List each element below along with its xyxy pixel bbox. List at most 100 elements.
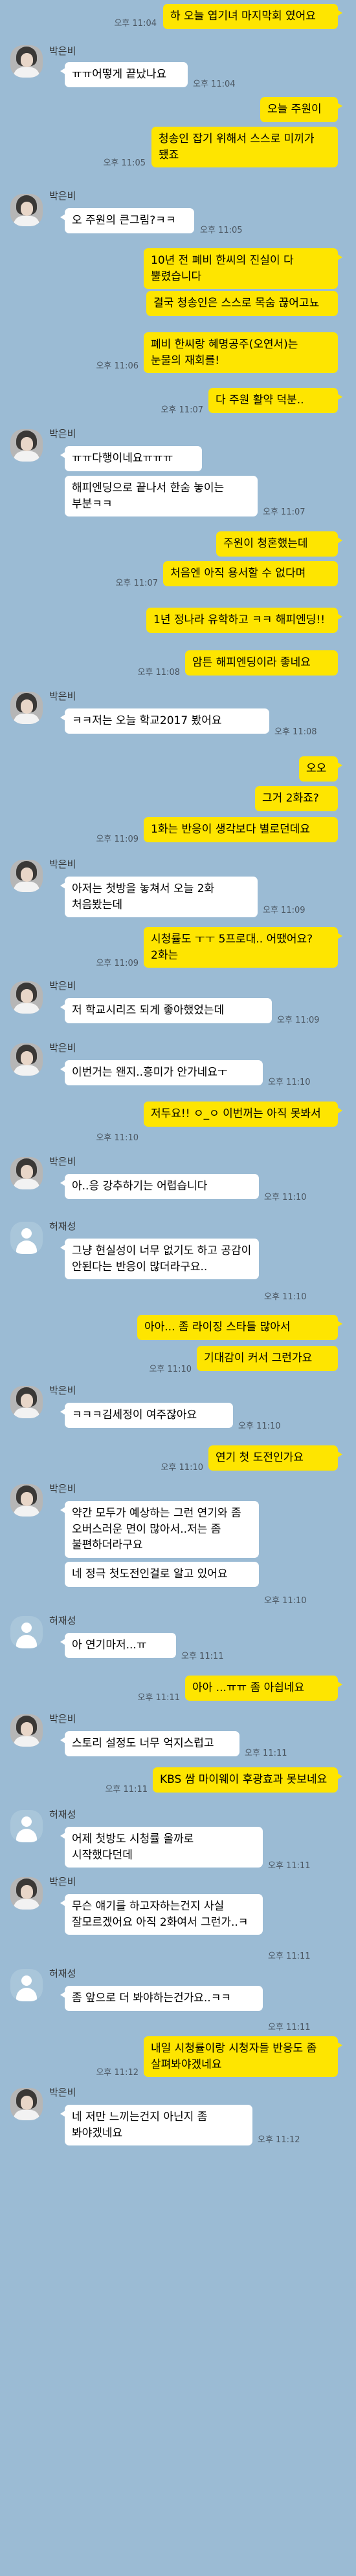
my-message-bubble[interactable]: 오늘 주원이: [260, 97, 342, 122]
message-time: 오후 11:10: [96, 1133, 139, 1143]
my-message-bubble[interactable]: 내일 시청률이랑 시청자들 반응도 좀 살펴봐야겠네요: [144, 2036, 342, 2078]
other-message-bubble[interactable]: 아 연기마저...ㅠ: [60, 1633, 176, 1658]
sender-name: 박은비: [49, 2087, 76, 2098]
avatar[interactable]: [10, 692, 43, 724]
other-message-bubble[interactable]: ㅋㅋㅋ김세정이 여주잖아요: [60, 1403, 233, 1428]
my-message-bubble[interactable]: 처음엔 아직 용서할 수 없다며: [163, 561, 338, 586]
avatar[interactable]: [10, 1157, 43, 1189]
my-message-bubble[interactable]: 암튼 해피엔딩이라 좋네요: [185, 650, 338, 676]
other-message-bubble[interactable]: 네 저만 느끼는건지 아닌지 좀 봐야겠네요: [60, 2105, 252, 2146]
my-message-bubble[interactable]: 1화는 반응이 생각보다 별로던데요: [144, 817, 338, 842]
other-message-bubble[interactable]: ㅠㅠ어떻게 끝났나요: [60, 62, 188, 87]
message-time: 오후 11:10: [264, 1193, 307, 1202]
sender-name: 허재성: [49, 1968, 76, 1979]
avatar[interactable]: [10, 1810, 43, 1842]
avatar[interactable]: [10, 1386, 43, 1418]
avatar[interactable]: [10, 1484, 43, 1517]
message-time: 오후 11:04: [114, 19, 157, 28]
avatar[interactable]: [10, 1222, 43, 1254]
other-message-bubble[interactable]: 해피엔딩으로 끝나서 한숨 놓이는 부분ㅋㅋ: [65, 476, 258, 517]
sender-name: 박은비: [49, 980, 76, 992]
message-time: 오후 11:09: [96, 835, 139, 844]
other-message-bubble[interactable]: 스토리 설정도 너무 억지스럽고: [60, 1731, 239, 1756]
my-message-bubble[interactable]: 주원이 청혼했는데: [216, 531, 342, 557]
avatar[interactable]: [10, 429, 43, 462]
message-time: 오후 11:11: [268, 2023, 311, 2032]
my-message-bubble[interactable]: 청송인 잡기 위해서 스스로 미끼가 됐죠: [151, 127, 338, 168]
avatar[interactable]: [10, 1969, 43, 2001]
other-message-bubble[interactable]: 좀 앞으로 더 봐야하는건가요..ㅋㅋ: [60, 1986, 263, 2011]
other-message-bubble[interactable]: 무슨 얘기를 하고자하는건지 사실 잘모르겠어요 아직 2화여서 그런가..ㅋ: [60, 1894, 263, 1935]
my-message-bubble[interactable]: 아아 ...ㅠㅠ 좀 아쉽네요: [185, 1676, 342, 1701]
sender-name: 박은비: [49, 1156, 76, 1167]
sender-name: 박은비: [49, 1042, 76, 1054]
message-time: 오후 11:06: [96, 361, 139, 371]
other-message-bubble[interactable]: 네 정극 첫도전인걸로 알고 있어요: [65, 1562, 259, 1587]
message-time: 오후 11:09: [96, 959, 139, 968]
other-message-bubble[interactable]: 저 학교시리즈 되게 좋아했었는데: [60, 998, 272, 1023]
message-time: 오후 11:11: [268, 1952, 311, 1961]
sender-name: 박은비: [49, 858, 76, 870]
sender-name: 박은비: [49, 1385, 76, 1396]
message-time: 오후 11:11: [137, 1693, 180, 1703]
message-time: 오후 11:10: [264, 1292, 307, 1302]
message-time: 오후 11:10: [238, 1421, 281, 1431]
other-message-bubble[interactable]: 어제 첫방도 시청률 올까로 시작했다던데: [60, 1827, 263, 1868]
my-message-bubble[interactable]: 연기 첫 도전인가요: [208, 1445, 342, 1471]
message-time: 오후 11:10: [161, 1463, 203, 1473]
my-message-bubble[interactable]: KBS 쌈 마이웨이 후광효과 못보네요: [153, 1767, 342, 1793]
sender-name: 박은비: [49, 1876, 76, 1888]
message-time: 오후 11:10: [264, 1596, 307, 1606]
sender-name: 박은비: [49, 45, 76, 57]
message-time: 오후 11:11: [105, 1785, 148, 1794]
my-message-bubble[interactable]: 그거 2화죠?: [255, 786, 338, 811]
message-time: 오후 11:05: [200, 226, 243, 235]
chat-room[interactable]: 하 오늘 엽기녀 마지막회 였어요 오후 11:04 박은비 ㅠㅠ어떻게 끝났나…: [0, 0, 356, 2576]
my-message-bubble[interactable]: 다 주원 활약 덕분..: [208, 388, 342, 413]
my-message-bubble[interactable]: 시청률도 ㅜㅜ 5프로대.. 어땠어요? 2화는: [144, 927, 342, 968]
my-message-bubble[interactable]: 저두요!! ㅇ_ㅇ 이번꺼는 아직 못봐서: [144, 1102, 342, 1127]
my-message-bubble[interactable]: 오오: [299, 756, 342, 782]
other-message-bubble[interactable]: 그냥 현실성이 너무 없기도 하고 공감이 안된다는 반응이 많더라구요..: [60, 1239, 259, 1280]
avatar[interactable]: [10, 1616, 43, 1648]
my-message-bubble[interactable]: 아아... 좀 라이징 스타들 많아서: [137, 1315, 342, 1340]
avatar[interactable]: [10, 981, 43, 1014]
my-message-bubble[interactable]: 폐비 한씨랑 혜명공주(오연서)는 눈물의 재회를!: [144, 332, 338, 374]
my-message-bubble[interactable]: 기대감이 커서 그런가요: [197, 1346, 338, 1371]
message-time: 오후 11:04: [193, 80, 236, 89]
message-time: 오후 11:09: [263, 906, 306, 915]
avatar[interactable]: [10, 1877, 43, 1910]
avatar[interactable]: [10, 45, 43, 78]
message-time: 오후 11:07: [263, 507, 306, 517]
other-message-bubble[interactable]: 이번거는 왠지..흥미가 안가네요ㅜ: [60, 1060, 263, 1085]
message-time: 오후 11:05: [103, 158, 146, 168]
sender-name: 박은비: [49, 690, 76, 702]
my-message-bubble[interactable]: 10년 전 폐비 한씨의 진실이 다 뿔렸습니다: [144, 248, 342, 290]
message-time: 오후 11:12: [258, 2135, 300, 2145]
message-time: 오후 11:12: [96, 2068, 139, 2078]
other-message-bubble[interactable]: 약간 모두가 예상하는 그런 연기와 좀 오버스러운 면이 많아서..저는 좀 …: [60, 1501, 259, 1558]
my-message-bubble[interactable]: 하 오늘 엽기녀 마지막회 였어요: [163, 4, 342, 29]
my-message-bubble[interactable]: 1년 정나라 유학하고 ㅋㅋ 해피엔딩!!: [146, 608, 342, 633]
avatar[interactable]: [10, 860, 43, 892]
avatar[interactable]: [10, 1043, 43, 1076]
sender-name: 허재성: [49, 1809, 76, 1820]
message-time: 오후 11:10: [149, 1365, 192, 1374]
other-message-bubble[interactable]: 아저는 첫방을 놓쳐서 오늘 2화 처음봤는데: [60, 877, 258, 918]
sender-name: 박은비: [49, 428, 76, 440]
other-message-bubble[interactable]: 오 주원의 큰그림?ㅋㅋ: [60, 208, 194, 233]
other-message-bubble[interactable]: 아..응 강추하기는 어렵습니다: [60, 1174, 259, 1199]
other-message-bubble[interactable]: ㅋㅋ저는 오늘 학교2017 봤어요: [60, 708, 269, 734]
message-time: 오후 11:08: [274, 727, 317, 737]
avatar[interactable]: [10, 194, 43, 226]
other-message-bubble[interactable]: ㅠㅠ다행이네요ㅠㅠㅠ: [60, 446, 202, 471]
message-time: 오후 11:09: [277, 1016, 320, 1025]
avatar[interactable]: [10, 2088, 43, 2120]
message-time: 오후 11:10: [268, 1078, 311, 1087]
my-message-bubble[interactable]: 결국 청송인은 스스로 목숨 끊어고뇨: [146, 291, 338, 316]
message-time: 오후 11:11: [245, 1749, 287, 1758]
avatar[interactable]: [10, 1714, 43, 1747]
message-time: 오후 11:08: [137, 668, 180, 677]
message-time: 오후 11:11: [181, 1652, 224, 1661]
sender-name: 허재성: [49, 1615, 76, 1626]
